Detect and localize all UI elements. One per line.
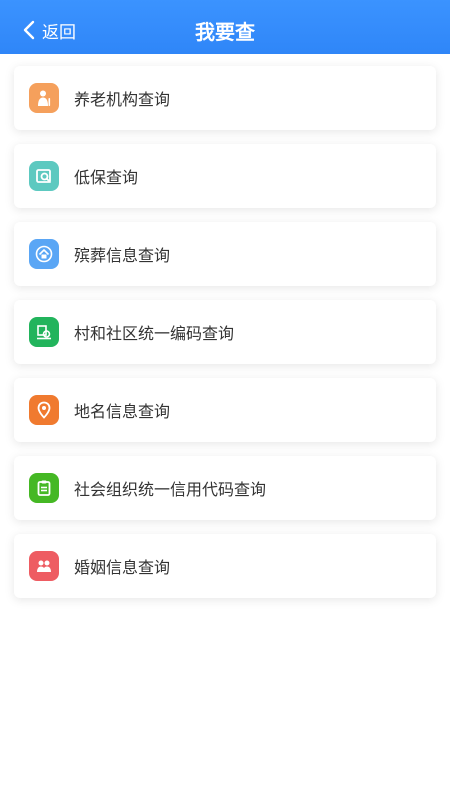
list-item-label: 养老机构查询 [74, 90, 171, 109]
header-bar: 返回 我要查 [0, 0, 450, 54]
elderly-person-icon [29, 83, 59, 113]
list-item-place-name[interactable]: 地名信息查询 [14, 378, 436, 442]
page-title: 我要查 [195, 20, 255, 44]
list-item-subsistence[interactable]: 低保查询 [14, 144, 436, 208]
list-item-label: 婚姻信息查询 [74, 558, 171, 577]
list-item-community-code[interactable]: 村和社区统一编码查询 [14, 300, 436, 364]
list-item-label: 殡葬信息查询 [74, 246, 171, 265]
list-item-funeral[interactable]: 殡葬信息查询 [14, 222, 436, 286]
list-item-org-credit-code[interactable]: 社会组织统一信用代码查询 [14, 456, 436, 520]
list-item-marriage[interactable]: 婚姻信息查询 [14, 534, 436, 598]
clipboard-icon [29, 473, 59, 503]
list-item-label: 低保查询 [74, 168, 139, 187]
search-document-icon [29, 161, 59, 191]
list-item-label: 地名信息查询 [74, 402, 171, 421]
couple-icon [29, 551, 59, 581]
funeral-house-icon [29, 239, 59, 269]
location-pin-icon [29, 395, 59, 425]
list-item-label: 村和社区统一编码查询 [74, 324, 235, 343]
community-building-icon [29, 317, 59, 347]
query-list: 养老机构查询 低保查询 殡葬信息查询 村和社区统一编码查询 地名信息查询 社会组… [14, 66, 436, 612]
list-item-elderly-care[interactable]: 养老机构查询 [14, 66, 436, 130]
list-item-label: 社会组织统一信用代码查询 [74, 480, 267, 499]
